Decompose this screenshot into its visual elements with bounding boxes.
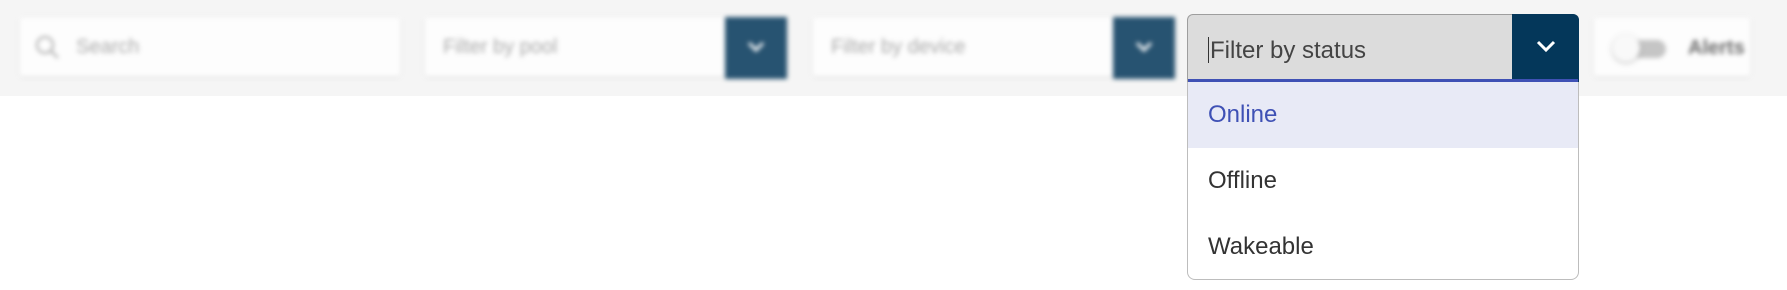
- option-label: Wakeable: [1208, 233, 1314, 260]
- option-label: Online: [1208, 101, 1278, 128]
- device-filter-placeholder: Filter by device: [831, 36, 966, 58]
- search-field[interactable]: Search: [20, 18, 400, 76]
- status-option-offline[interactable]: Offline: [1188, 148, 1578, 214]
- chevron-down-icon: [1132, 34, 1156, 63]
- text-cursor: [1208, 37, 1209, 63]
- chevron-down-icon: [744, 34, 768, 63]
- search-icon: [34, 34, 60, 65]
- alerts-toggle[interactable]: Alerts: [1594, 18, 1750, 76]
- pool-filter-select[interactable]: Filter by pool: [425, 17, 787, 79]
- status-dropdown-button[interactable]: [1512, 14, 1579, 82]
- device-dropdown-button[interactable]: [1113, 17, 1175, 79]
- search-placeholder: Search: [76, 36, 140, 58]
- pool-dropdown-button[interactable]: [725, 17, 787, 79]
- toggle-thumb: [1612, 34, 1640, 62]
- status-options-menu: Online Offline Wakeable: [1187, 82, 1579, 280]
- pool-filter-placeholder: Filter by pool: [443, 36, 558, 58]
- status-option-wakeable[interactable]: Wakeable: [1188, 214, 1578, 279]
- status-filter-select[interactable]: Filter by status: [1187, 14, 1579, 82]
- alerts-label: Alerts: [1688, 37, 1745, 59]
- option-label: Offline: [1208, 167, 1277, 194]
- status-filter-placeholder: Filter by status: [1210, 37, 1367, 64]
- chevron-down-icon: [1533, 33, 1559, 64]
- device-filter-select[interactable]: Filter by device: [813, 17, 1175, 79]
- status-option-online[interactable]: Online: [1188, 82, 1578, 148]
